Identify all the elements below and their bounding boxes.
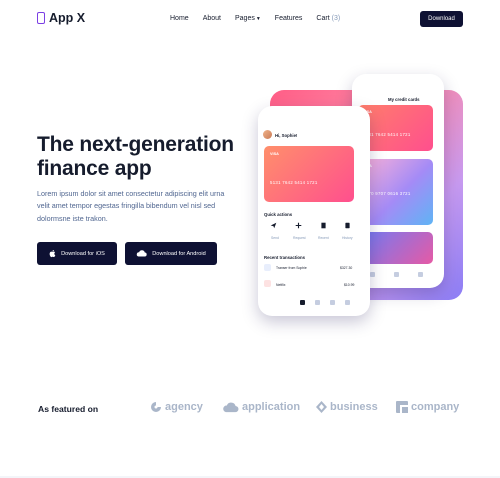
transaction-2-amount: $10.99 bbox=[344, 283, 355, 287]
request-icon[interactable] bbox=[295, 222, 302, 229]
agency-logo-icon bbox=[151, 402, 161, 412]
hero-title: The next-generation finance app bbox=[37, 133, 234, 180]
quick-action-send: Send bbox=[271, 236, 279, 240]
home-tab-icon[interactable] bbox=[300, 300, 305, 305]
stats-tab-icon[interactable] bbox=[330, 300, 335, 305]
cloud-icon bbox=[137, 250, 147, 257]
card-2-number: 4870 9707 0616 3721 bbox=[363, 191, 411, 196]
nav-about[interactable]: About bbox=[203, 15, 221, 22]
netflix-icon bbox=[264, 280, 271, 287]
dashboard-credit-card[interactable]: VISA 5131 7642 5414 1721 bbox=[264, 146, 354, 202]
recent-transactions-title: Recent transactions bbox=[264, 255, 306, 260]
brand-application-text: application bbox=[242, 401, 301, 413]
phone-mockup-dashboard: Hi, Sophie! VISA 5131 7642 5414 1721 Qui… bbox=[258, 106, 370, 316]
my-credit-cards-title: My credit cards bbox=[388, 97, 420, 102]
business-logo-icon bbox=[316, 401, 327, 413]
greeting-text: Hi, Sophie! bbox=[275, 133, 298, 138]
cards-tab-icon[interactable] bbox=[315, 300, 320, 305]
history-icon[interactable] bbox=[344, 222, 351, 229]
send-icon[interactable] bbox=[270, 222, 277, 229]
as-featured-on-label: As featured on bbox=[38, 404, 99, 414]
main-menu: Home About Pages▼ Features Cart (3) bbox=[170, 15, 354, 22]
stats-tab-icon[interactable] bbox=[394, 272, 399, 277]
transaction-1-name: Transer from Sophie bbox=[276, 266, 307, 270]
download-android-label: Download for Android bbox=[152, 250, 206, 257]
nav-home[interactable]: Home bbox=[170, 15, 189, 22]
brand-business-text: business bbox=[330, 401, 378, 413]
transaction-2-name: Netflix bbox=[276, 283, 286, 287]
dashboard-card-brand: VISA bbox=[270, 152, 279, 156]
download-android-button[interactable]: Download for Android bbox=[125, 242, 217, 265]
phone-logo-icon bbox=[37, 12, 45, 24]
cart-count-badge: (3) bbox=[331, 15, 341, 22]
nav-pages[interactable]: Pages▼ bbox=[235, 15, 261, 22]
quick-action-recent: Recent bbox=[318, 236, 329, 240]
download-button[interactable]: Download bbox=[420, 11, 463, 27]
brand-application: application bbox=[222, 401, 300, 413]
quick-action-request: Request bbox=[293, 236, 306, 240]
avatar bbox=[263, 130, 272, 139]
brand-agency: agency bbox=[150, 401, 203, 413]
nav-cart-label: Cart bbox=[316, 15, 330, 22]
transaction-1-amount: $327.30 bbox=[340, 266, 353, 270]
nav-pages-label: Pages bbox=[234, 15, 255, 22]
quick-action-history: History bbox=[342, 236, 353, 240]
brand-business: business bbox=[316, 401, 378, 413]
company-logo-icon bbox=[396, 401, 408, 413]
logo[interactable]: App X bbox=[37, 11, 85, 25]
download-ios-button[interactable]: Download for iOS bbox=[37, 242, 117, 265]
hero-description: Lorem ipsum dolor sit amet consectetur a… bbox=[37, 189, 225, 223]
nav-features[interactable]: Features bbox=[275, 15, 303, 22]
nav-cart[interactable]: Cart (3) bbox=[316, 15, 340, 22]
brand-agency-text: agency bbox=[165, 401, 203, 413]
top-navbar: App X Home About Pages▼ Features Cart (3… bbox=[0, 0, 500, 38]
home-tab-icon[interactable] bbox=[370, 272, 375, 277]
apple-icon bbox=[49, 249, 56, 257]
brand-company: company bbox=[396, 401, 459, 413]
recent-icon[interactable] bbox=[320, 222, 327, 229]
chevron-down-icon: ▼ bbox=[255, 16, 261, 22]
application-cloud-icon bbox=[223, 402, 239, 412]
card-1-number: 5131 7642 5414 1721 bbox=[363, 132, 411, 137]
brand-company-text: company bbox=[411, 401, 460, 413]
download-ios-label: Download for iOS bbox=[61, 250, 105, 257]
dashboard-card-number: 5131 7642 5414 1721 bbox=[270, 180, 318, 185]
profile-tab-icon[interactable] bbox=[345, 300, 350, 305]
paypal-icon bbox=[264, 264, 271, 271]
quick-actions-title: Quick actions bbox=[264, 212, 293, 217]
logo-text: App X bbox=[49, 11, 86, 25]
profile-tab-icon[interactable] bbox=[418, 272, 423, 277]
